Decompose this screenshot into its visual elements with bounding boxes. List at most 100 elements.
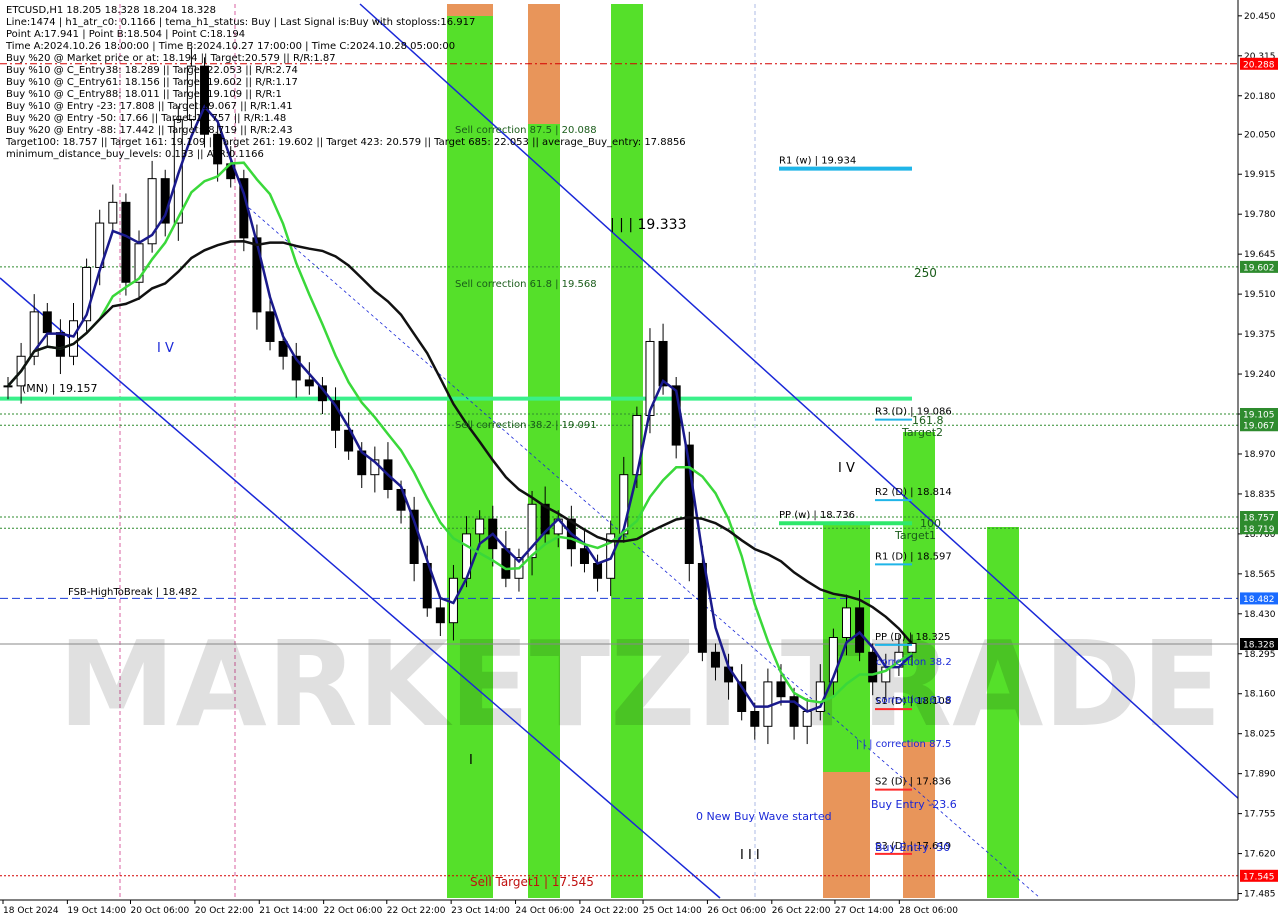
header-line: Buy %20 @ Market price or at: 18.194 || … [6, 53, 336, 64]
candle-body [69, 320, 79, 357]
annotation-correction-382: correction 38.2 [876, 657, 952, 668]
y-tick-label: 18.295 [1244, 650, 1276, 660]
price-tag-label: 18.328 [1243, 641, 1275, 651]
x-tick-label: 26 Oct 22:00 [772, 906, 831, 916]
price-tag-label: 17.545 [1243, 872, 1275, 882]
annotation-sell-corr-618: Sell correction 61.8 | 19.568 [455, 279, 597, 290]
candle-body [763, 681, 773, 727]
candle-body [121, 201, 131, 283]
candle-body [108, 201, 118, 224]
header-line: minimum_distance_buy_levels: 0.133 || AT… [6, 149, 264, 160]
y-tick-label: 18.430 [1244, 610, 1276, 620]
pivot-label: R1 (w) | 19.934 [779, 156, 856, 167]
y-tick-label: 17.485 [1244, 890, 1276, 900]
annotation-buy-entry-236: Buy Entry -23.6 [871, 798, 957, 811]
y-tick-label: 20.450 [1244, 12, 1276, 22]
y-tick-label: 20.050 [1244, 130, 1276, 140]
annotation-wave-iv-1: I V [157, 341, 174, 356]
header-line: ETCUSD,H1 18.205 18.328 18.204 18.328 [6, 5, 216, 16]
header-line: Buy %10 @ Entry -23: 17.808 || Target:19… [6, 101, 293, 112]
candle-body [475, 518, 485, 535]
candle-body [697, 562, 707, 653]
y-tick-label: 19.375 [1244, 330, 1276, 340]
time-axis-bg [0, 900, 1280, 920]
candle-body [776, 681, 786, 698]
x-tick-label: 27 Oct 14:00 [835, 906, 894, 916]
y-tick-label: 18.565 [1244, 570, 1276, 580]
x-tick-label: 23 Oct 14:00 [451, 906, 510, 916]
header-line: Time A:2024.10.26 18:00:00 | Time B:2024… [5, 41, 455, 52]
annotation-buy-entry-50: Buy Entry -50 [875, 841, 950, 854]
chart[interactable]: MARKETZI TRADE R1 (w) | 19.934R3 (D) | 1… [0, 0, 1280, 920]
watermark-text: MARKETZI TRADE [58, 615, 1222, 753]
x-tick-label: 18 Oct 2024 [3, 906, 59, 916]
orange-zone [823, 772, 870, 898]
y-tick-label: 19.780 [1244, 210, 1276, 220]
annotation-t1618: 161.8 [912, 414, 944, 427]
annotation-sell-target1: Sell Target1 | 17.545 [470, 875, 594, 889]
x-tick-label: 24 Oct 06:00 [516, 906, 575, 916]
y-tick-label: 18.160 [1244, 690, 1276, 700]
x-tick-label: 22 Oct 06:00 [324, 906, 383, 916]
annotation-mn: (MN) | 19.157 [22, 382, 98, 395]
x-tick-label: 26 Oct 06:00 [707, 906, 766, 916]
pivot-label: R1 (D) | 18.597 [875, 551, 952, 562]
annotation-sell-corr-382: Sell correction 38.2 | 19.091 [455, 420, 597, 431]
annotation-target1: Target1 [894, 529, 936, 542]
pivot-label: R2 (D) | 18.814 [875, 487, 952, 498]
candle-body [710, 651, 720, 668]
candle-body [841, 607, 851, 638]
header-line: Buy %10 @ C_Entry61: 18.156 || Target:19… [6, 77, 298, 88]
y-tick-label: 20.180 [1244, 92, 1276, 102]
x-tick-label: 20 Oct 22:00 [195, 906, 254, 916]
annotation-iii-19333: | | | 19.333 [610, 217, 687, 233]
candle-body [802, 711, 812, 727]
orange-zone [903, 742, 935, 898]
header-line: Point A:17.941 | Point B:18.504 | Point … [6, 29, 245, 40]
candle-body [252, 237, 262, 313]
price-tag-label: 19.602 [1243, 263, 1275, 273]
y-tick-label: 19.240 [1244, 370, 1276, 380]
y-tick-label: 19.645 [1244, 250, 1276, 260]
annotation-new-buy-wave: 0 New Buy Wave started [696, 810, 832, 823]
annotation-correction-618: correction 61.8 [876, 695, 952, 706]
header-line: Buy %10 @ C_Entry38: 18.289 || Target:22… [6, 65, 298, 76]
x-tick-label: 28 Oct 06:00 [899, 906, 958, 916]
time-axis: 18 Oct 2024 19 Oct 14:00 20 Oct 06:00 20 Oc… [0, 899, 1280, 920]
header-line: Buy %10 @ C_Entry88: 18.011 || Target:19… [6, 89, 282, 100]
candle-body [3, 385, 13, 388]
candle-body [42, 311, 52, 334]
candle-body [304, 379, 314, 387]
price-tag-label: 18.482 [1243, 595, 1275, 605]
price-tag-label: 20.288 [1243, 60, 1275, 70]
y-tick-label: 17.620 [1244, 850, 1276, 860]
annotation-wave-iv-2: I V [838, 461, 855, 476]
candle-body [658, 340, 668, 387]
x-tick-label: 25 Oct 14:00 [643, 906, 702, 916]
y-tick-label: 19.510 [1244, 290, 1276, 300]
annotation-t250: 250 [914, 266, 937, 280]
price-tag-label: 19.067 [1243, 422, 1275, 432]
annotation-sell-corr-875: Sell correction 87.5 | 20.088 [455, 125, 597, 136]
y-tick-label: 17.755 [1244, 810, 1276, 820]
price-tag-label: 19.105 [1243, 410, 1275, 420]
pivot-label: PP (w) | 18.736 [779, 510, 855, 521]
header-line: Buy %20 @ Entry -88: 17.442 || Target:18… [6, 125, 293, 136]
candle-body [579, 548, 589, 564]
annotation-target2: Target2 [901, 426, 943, 439]
price-tag-label: 18.757 [1243, 514, 1275, 524]
candle-body [855, 607, 865, 653]
orange-zone [447, 4, 493, 16]
y-tick-label: 18.025 [1244, 730, 1276, 740]
candle-body [265, 311, 275, 342]
y-tick-label: 18.970 [1244, 450, 1276, 460]
header-line: Buy %20 @ Entry -50: 17.66 || Target:18.… [6, 113, 286, 124]
annotation-wave-iii: I I I [740, 848, 760, 863]
pivot-label: PP (D) | 18.325 [875, 632, 950, 643]
watermark: MARKETZI TRADE [58, 615, 1222, 753]
y-tick-label: 17.890 [1244, 770, 1276, 780]
x-tick-label: 19 Oct 14:00 [67, 906, 126, 916]
header-line: Target100: 18.757 || Target 161: 19.109 … [5, 137, 686, 148]
pivot-label: S2 (D) | 17.836 [875, 777, 951, 788]
price-tag-label: 18.719 [1243, 525, 1275, 535]
